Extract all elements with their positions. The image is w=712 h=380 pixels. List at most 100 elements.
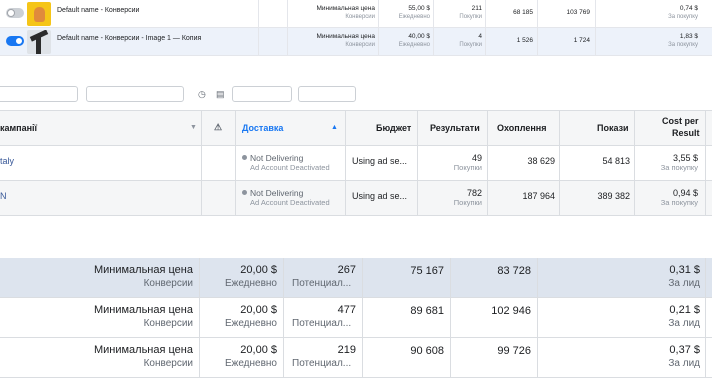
impressions-value: 83 728 [497,265,531,277]
column-divider [258,0,259,28]
sort-ascending-icon[interactable]: ▲ [331,124,338,131]
results-value: 219 [337,344,356,356]
toolbar-dropdown[interactable] [86,86,184,102]
campaign-name-link[interactable]: taly [0,156,14,166]
column-header-delivery[interactable]: Доставка [242,123,283,133]
results-sub-text: Потенциал... [292,358,352,369]
campaign-name-link[interactable]: N [0,191,7,201]
results-cell: 4 Покупки [459,33,482,49]
column-header-cost-line1[interactable]: Cost per [662,116,699,126]
cost-value: 0,31 $ [669,264,700,276]
results-cell: 782 Покупки [454,188,482,208]
results-value: 211 [471,5,482,12]
clock-icon[interactable]: ◷ [198,89,206,100]
ad-toggle-on[interactable] [6,36,24,46]
column-header-cost-line2[interactable]: Result [672,128,700,138]
cost-sub: За лид [668,278,700,289]
chevron-down-icon[interactable]: ▼ [190,124,197,131]
ad-toggle-off[interactable] [6,8,24,18]
cost-value: 0,21 $ [669,304,700,316]
ad-name[interactable]: Default name - Конверсии - Image 1 — Коп… [57,35,201,42]
budget-cell: 40,00 $ Ежедневно [399,33,430,49]
column-divider [487,110,488,216]
ad-row[interactable]: Default name - Конверсии Минимальная цен… [0,0,712,28]
toolbar-button[interactable] [0,86,78,102]
reach-value: 89 681 [410,305,444,317]
column-header-impressions[interactable]: Покази [597,123,629,133]
budget-cell: 20,00 $ Ежедневно [225,304,277,330]
bid-strategy-value: Минимальная цена [93,264,193,276]
column-header-budget[interactable]: Бюджет [376,123,411,133]
delivery-status-main: Not Delivering [242,153,330,163]
bid-strategy-value: Минимальная цена [316,5,375,12]
ad-set-row[interactable]: Минимальная цена Конверсии 20,00 $ Ежедн… [0,338,712,378]
column-divider [378,0,379,28]
bid-strategy-value: Минимальная цена [93,304,193,316]
campaigns-table: ◷ ▤ кампанії ▼ ⚠ Доставка ▲ Бюджет Резул… [0,82,712,216]
impressions-value: 103 769 [566,9,591,16]
column-divider [199,298,200,338]
column-divider [537,28,538,56]
ad-set-row[interactable]: Минимальная цена Конверсии 20,00 $ Ежедн… [0,298,712,338]
table-row[interactable]: taly Not Delivering Ad Account Deactivat… [0,146,712,181]
bid-strategy-cell: Минимальная цена Конверсии [94,264,193,290]
ad-thumbnail-image[interactable] [27,2,51,26]
delivery-status-sub: Ad Account Deactivated [250,198,330,207]
column-header-reach[interactable]: Охоплення [497,123,546,133]
column-header-campaign[interactable]: кампанії [0,123,37,133]
warning-icon: ⚠ [214,122,223,132]
cost-per-result-cell: 0,31 $ За лид [668,264,700,290]
cost-value: 3,55 $ [672,153,698,163]
cost-value: 0,74 $ [679,5,698,12]
budget-value: 55,00 $ [408,5,430,12]
status-dot-icon [242,155,247,160]
calendar-icon[interactable]: ▤ [216,89,225,100]
delivery-status-text: Not Delivering [250,153,304,163]
column-divider [450,258,451,298]
bid-strategy-sub: Конверсии [143,278,193,289]
results-cell: 211 Покупки [459,5,482,21]
cost-per-result-cell: 3,55 $ За покупку [661,153,698,173]
column-divider [258,28,259,56]
column-divider [201,110,202,216]
impressions-value: 1 724 [573,37,590,44]
budget-sub: Ежедневно [224,318,277,329]
delivery-status-sub: Ad Account Deactivated [250,163,330,172]
budget-sub: Ежедневно [398,42,430,48]
impressions-value: 99 726 [497,345,531,357]
toggle-knob [7,9,15,17]
bid-strategy-cell: Минимальная цена Конверсии [316,33,375,49]
budget-sub: Ежедневно [398,14,430,20]
toolbar-dropdown[interactable] [232,86,292,102]
results-sub: Покупки [459,42,482,48]
column-divider [595,0,596,28]
column-divider [199,338,200,378]
ad-set-row[interactable]: Минимальная цена Конверсии 20,00 $ Ежедн… [0,258,712,298]
column-header-results[interactable]: Результати [430,123,480,133]
toggle-knob [15,37,23,45]
column-divider [345,110,346,216]
ad-thumbnail-image[interactable] [27,30,51,54]
cost-sub: За лид [668,358,700,369]
table-row[interactable]: N Not Delivering Ad Account Deactivated … [0,181,712,216]
cost-per-result-cell: 0,94 $ За покупку [661,188,698,208]
column-divider [433,28,434,56]
column-divider [537,0,538,28]
budget-value: 20,00 $ [240,344,277,356]
column-divider [537,258,538,298]
bid-strategy-sub: Конверсии [345,42,375,48]
ad-name[interactable]: Default name - Конверсии [57,7,139,14]
column-divider [362,298,363,338]
results-value: 477 [337,304,356,316]
delivery-status: Not Delivering Ad Account Deactivated [242,188,330,208]
toolbar-button[interactable] [298,86,356,102]
column-divider [450,338,451,378]
column-divider [485,28,486,56]
results-value: 782 [466,188,482,198]
results-sub: Покупки [453,198,482,207]
budget-value: Using ad se... [352,156,408,166]
bid-strategy-value: Минимальная цена [316,33,375,40]
cost-sub: За лид [668,318,700,329]
ad-row[interactable]: Default name - Конверсии - Image 1 — Коп… [0,28,712,56]
column-divider [595,28,596,56]
